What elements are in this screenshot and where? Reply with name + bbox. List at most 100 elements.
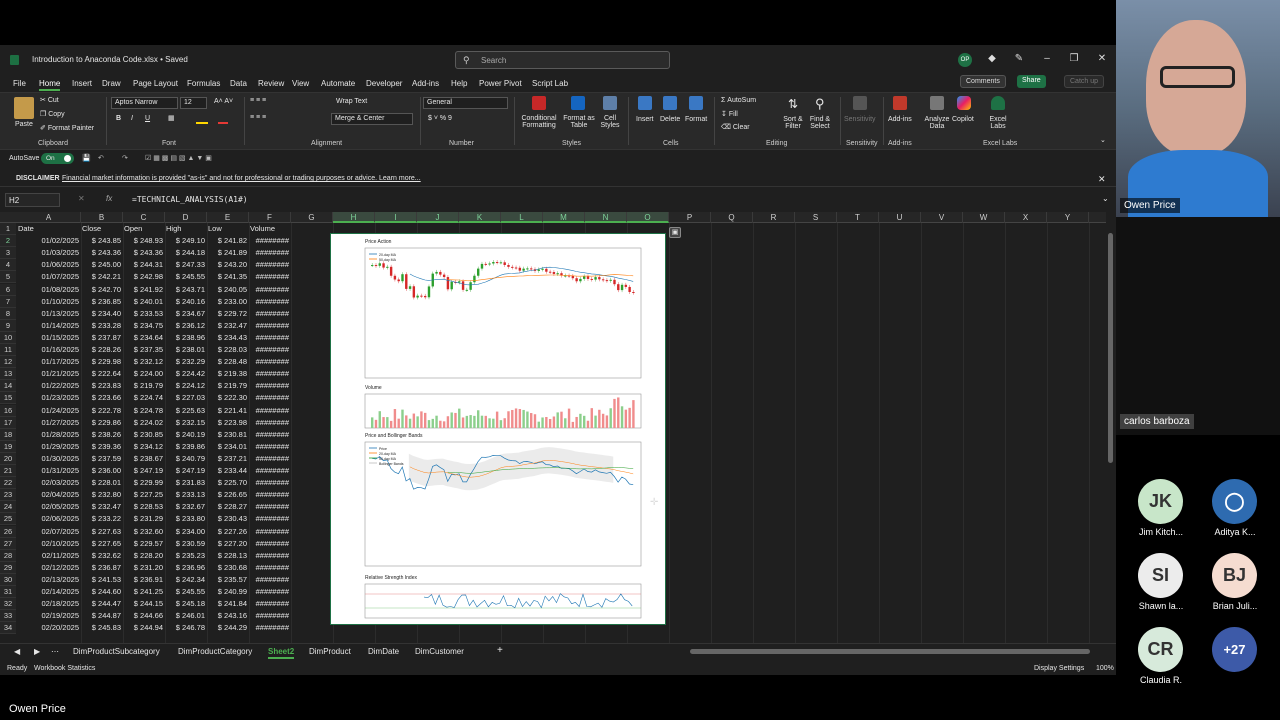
table-cell[interactable]: $ 233.44 bbox=[207, 465, 249, 477]
catchup-button[interactable]: Catch up bbox=[1064, 75, 1105, 88]
table-cell[interactable]: $ 237.35 bbox=[123, 344, 165, 356]
table-cell[interactable]: 01/31/2025 bbox=[17, 465, 81, 477]
table-cell[interactable]: $ 223.66 bbox=[81, 392, 123, 404]
table-cell[interactable]: $ 234.01 bbox=[207, 441, 249, 453]
pen-icon[interactable]: ✎ bbox=[1012, 53, 1026, 64]
table-cell[interactable]: ######## bbox=[249, 453, 291, 465]
table-cell[interactable]: $ 244.18 bbox=[165, 247, 207, 259]
table-cell[interactable]: ######## bbox=[249, 332, 291, 344]
table-cell[interactable]: ######## bbox=[249, 538, 291, 550]
table-cell[interactable]: $ 232.62 bbox=[81, 550, 123, 562]
table-cell[interactable]: $ 227.03 bbox=[165, 392, 207, 404]
diamond-icon[interactable]: ◆ bbox=[985, 53, 999, 64]
row-header[interactable]: 33 bbox=[0, 610, 16, 623]
table-cell[interactable]: $ 225.63 bbox=[165, 405, 207, 417]
table-cell[interactable]: $ 223.83 bbox=[81, 380, 123, 392]
table-cell[interactable]: $ 233.80 bbox=[165, 513, 207, 525]
menu-view[interactable]: View bbox=[292, 79, 309, 88]
table-cell[interactable]: $ 241.25 bbox=[123, 586, 165, 598]
row-header[interactable]: 26 bbox=[0, 525, 16, 538]
menu-file[interactable]: File bbox=[13, 79, 26, 88]
table-cell[interactable]: ######## bbox=[249, 526, 291, 538]
table-cell[interactable]: $ 234.40 bbox=[81, 308, 123, 320]
table-cell[interactable]: ######## bbox=[249, 344, 291, 356]
table-cell[interactable]: $ 229.99 bbox=[123, 477, 165, 489]
table-cell[interactable]: $ 232.29 bbox=[165, 356, 207, 368]
table-cell[interactable]: 01/24/2025 bbox=[17, 405, 81, 417]
table-cell[interactable]: $ 244.94 bbox=[123, 622, 165, 634]
table-cell[interactable]: $ 238.67 bbox=[123, 453, 165, 465]
column-header-f[interactable]: F bbox=[249, 212, 291, 223]
insert-button[interactable]: Insert bbox=[636, 116, 654, 123]
table-cell[interactable]: $ 222.78 bbox=[81, 405, 123, 417]
menu-help[interactable]: Help bbox=[451, 79, 467, 88]
horizontal-scrollbar[interactable] bbox=[690, 649, 1090, 654]
column-header-j[interactable]: J bbox=[417, 212, 459, 223]
row-header[interactable]: 31 bbox=[0, 586, 16, 598]
table-cell[interactable]: 02/19/2025 bbox=[17, 610, 81, 622]
table-cell[interactable]: $ 245.00 bbox=[81, 259, 123, 271]
copy-button[interactable]: ❐ Copy bbox=[40, 110, 65, 118]
row-header[interactable]: 25 bbox=[0, 513, 16, 526]
share-button[interactable]: Share bbox=[1017, 75, 1046, 88]
analyze-data-button[interactable]: Analyze Data bbox=[924, 116, 950, 130]
minimize-icon[interactable]: – bbox=[1040, 53, 1054, 64]
paste-button[interactable]: Paste bbox=[15, 121, 33, 128]
table-cell[interactable]: $ 239.86 bbox=[165, 441, 207, 453]
row-header[interactable]: 34 bbox=[0, 622, 16, 635]
tab-dimproductcategory[interactable]: DimProductCategory bbox=[178, 647, 252, 656]
table-cell[interactable]: $ 232.12 bbox=[123, 356, 165, 368]
table-cell[interactable]: 02/10/2025 bbox=[17, 538, 81, 550]
table-cell[interactable]: ######## bbox=[249, 405, 291, 417]
table-cell[interactable]: ######## bbox=[249, 598, 291, 610]
table-cell[interactable]: 02/05/2025 bbox=[17, 501, 81, 513]
ribbon-collapse-icon[interactable]: ⌄ bbox=[1100, 136, 1106, 144]
table-cell[interactable]: $ 243.36 bbox=[123, 247, 165, 259]
menu-draw[interactable]: Draw bbox=[102, 79, 121, 88]
table-cell[interactable]: $ 244.31 bbox=[123, 259, 165, 271]
table-cell[interactable]: $ 240.79 bbox=[165, 453, 207, 465]
table-cell[interactable]: $ 219.38 bbox=[207, 368, 249, 380]
formula-input[interactable]: =TECHNICAL_ANALYSIS(A1#) bbox=[132, 195, 248, 204]
table-cell[interactable]: $ 230.43 bbox=[207, 513, 249, 525]
column-header-w[interactable]: W bbox=[963, 212, 1005, 223]
row-header[interactable]: 28 bbox=[0, 549, 16, 562]
table-cell[interactable]: $ 243.71 bbox=[165, 284, 207, 296]
table-cell[interactable]: $ 236.96 bbox=[165, 562, 207, 574]
format-button[interactable]: Format bbox=[685, 116, 707, 123]
table-cell[interactable]: $ 232.15 bbox=[165, 417, 207, 429]
table-cell[interactable]: $ 224.42 bbox=[165, 368, 207, 380]
table-cell[interactable]: $ 242.98 bbox=[123, 271, 165, 283]
table-cell[interactable]: ######## bbox=[249, 622, 291, 634]
table-cell[interactable]: $ 226.65 bbox=[207, 489, 249, 501]
column-header-h[interactable]: H bbox=[333, 212, 375, 223]
currency-icon[interactable]: $ ˅ % 9 bbox=[428, 115, 452, 122]
restore-icon[interactable]: ❐ bbox=[1067, 53, 1081, 64]
row-header[interactable]: 18 bbox=[0, 428, 16, 441]
column-header-i[interactable]: I bbox=[375, 212, 417, 223]
underline-button[interactable]: U bbox=[145, 115, 150, 122]
column-header-n[interactable]: N bbox=[585, 212, 627, 223]
row-header[interactable]: 6 bbox=[0, 283, 16, 296]
row-header[interactable]: 15 bbox=[0, 392, 16, 405]
add-ins-icon[interactable] bbox=[893, 96, 907, 110]
table-cell[interactable]: $ 229.86 bbox=[81, 417, 123, 429]
column-header-d[interactable]: D bbox=[165, 212, 207, 223]
table-cell[interactable]: $ 243.85 bbox=[81, 235, 123, 247]
table-cell[interactable]: $ 239.36 bbox=[81, 441, 123, 453]
table-cell[interactable]: 01/08/2025 bbox=[17, 284, 81, 296]
table-cell[interactable]: $ 233.28 bbox=[81, 320, 123, 332]
table-cell[interactable]: $ 244.29 bbox=[207, 622, 249, 634]
column-title[interactable]: High bbox=[166, 223, 208, 235]
table-cell[interactable]: $ 241.84 bbox=[207, 598, 249, 610]
table-cell[interactable]: ######## bbox=[249, 392, 291, 404]
menu-script-lab[interactable]: Script Lab bbox=[532, 79, 568, 88]
table-cell[interactable]: ######## bbox=[249, 441, 291, 453]
participant-avatar[interactable]: +27 bbox=[1212, 627, 1257, 672]
table-cell[interactable]: $ 243.20 bbox=[207, 259, 249, 271]
table-cell[interactable]: 01/22/2025 bbox=[17, 380, 81, 392]
column-header-t[interactable]: T bbox=[837, 212, 879, 223]
table-cell[interactable]: $ 237.21 bbox=[207, 453, 249, 465]
number-format-select[interactable]: General bbox=[423, 97, 508, 109]
insert-icon[interactable] bbox=[638, 96, 652, 110]
